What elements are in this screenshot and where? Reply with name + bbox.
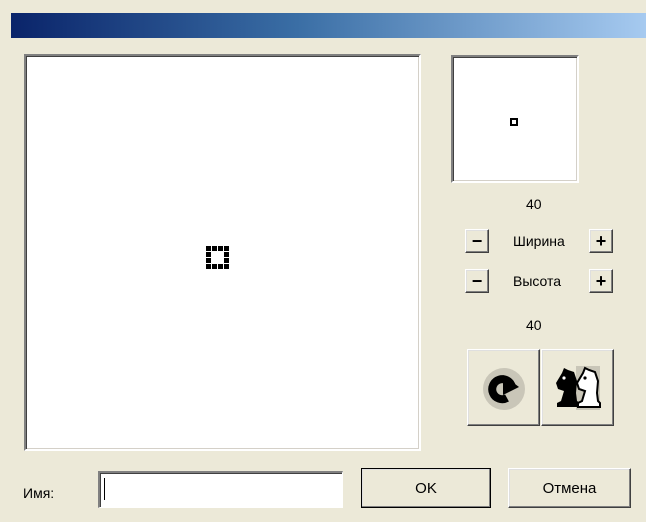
preview-pixel <box>510 118 518 126</box>
cancel-button[interactable]: Отмена <box>508 468 631 508</box>
height-decrease-button[interactable]: − <box>465 269 489 293</box>
rotate-button[interactable] <box>467 349 540 426</box>
rotate-clockwise-icon <box>481 365 527 411</box>
ok-button[interactable]: OK <box>361 468 491 508</box>
height-increase-button[interactable]: + <box>589 269 613 293</box>
width-label: Ширина <box>513 233 565 249</box>
text-caret <box>104 478 105 500</box>
height-value: 40 <box>526 317 542 333</box>
pixel-pattern <box>206 246 229 269</box>
chess-knight-icon <box>552 363 604 413</box>
chess-button[interactable] <box>541 349 614 426</box>
width-value: 40 <box>526 196 542 212</box>
drawing-canvas[interactable] <box>24 54 421 451</box>
width-increase-button[interactable]: + <box>589 229 613 253</box>
preview-canvas <box>451 55 579 183</box>
title-bar[interactable] <box>11 13 646 38</box>
name-input[interactable] <box>98 471 343 508</box>
name-label: Имя: <box>23 485 55 501</box>
width-decrease-button[interactable]: − <box>465 229 489 253</box>
height-label: Высота <box>513 273 562 289</box>
